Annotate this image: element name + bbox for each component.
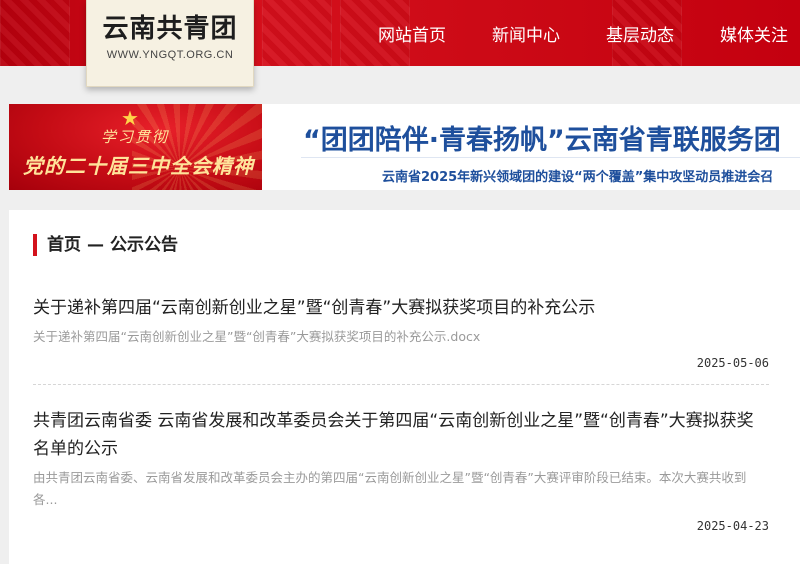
header-pattern [262, 0, 332, 66]
promo-banner[interactable]: ★ 学习贯彻 党的二十届三中全会精神 [9, 104, 262, 190]
main-nav: 网站首页 新闻中心 基层动态 媒体关注 [362, 0, 800, 66]
site-logo-title: 云南共青团 [102, 14, 238, 44]
promo-line1: 学习贯彻 [101, 128, 170, 146]
site-logo-url: WWW.YNGQT.ORG.CN [106, 49, 234, 61]
banner: ★ 学习贯彻 党的二十届三中全会精神 “团团陪伴·青春扬帆”云南省青联服务团 云… [9, 104, 800, 190]
nav-media[interactable]: 媒体关注 [720, 21, 788, 46]
nav-home[interactable]: 网站首页 [378, 21, 446, 46]
list-item: 共青团云南省委 云南省发展和改革委员会关于第四届“云南创新创业之星”暨“创青春”… [33, 407, 769, 533]
breadcrumb-separator: — [87, 235, 104, 255]
subheadline-link[interactable]: 云南省2025年新兴领域团的建设“两个覆盖”集中攻坚动员推进会召 [382, 166, 773, 185]
headline-divider [301, 157, 800, 158]
article-title[interactable]: 关于递补第四届“云南创新创业之星”暨“创青春”大赛拟获奖项目的补充公示 [33, 294, 769, 322]
list-item: 关于递补第四届“云南创新创业之星”暨“创青春”大赛拟获奖项目的补充公示 关于递补… [33, 294, 769, 370]
headline-link[interactable]: “团团陪伴·青春扬帆”云南省青联服务团 [303, 118, 781, 157]
content-panel: 首页 — 公示公告 关于递补第四届“云南创新创业之星”暨“创青春”大赛拟获奖项目的补… [9, 210, 800, 564]
nav-grassroots[interactable]: 基层动态 [606, 21, 674, 46]
article-summary: 由共青团云南省委、云南省发展和改革委员会主办的第四届“云南创新创业之星”暨“创青… [33, 470, 747, 507]
breadcrumb-current: 公示公告 [110, 235, 178, 255]
header-pattern [0, 0, 70, 66]
nav-news-center[interactable]: 新闻中心 [492, 21, 560, 46]
list-divider [33, 384, 769, 385]
article-date: 2025-05-06 [696, 356, 769, 370]
article-summary: 关于递补第四届“云南创新创业之星”暨“创青春”大赛拟获奖项目的补充公示.docx [33, 329, 481, 344]
promo-line2: 党的二十届三中全会精神 [23, 154, 254, 178]
article-date: 2025-04-23 [696, 519, 769, 533]
article-title[interactable]: 共青团云南省委 云南省发展和改革委员会关于第四届“云南创新创业之星”暨“创青春”… [33, 407, 769, 463]
breadcrumb: 首页 — 公示公告 [33, 234, 178, 256]
site-logo[interactable]: 云南共青团 WWW.YNGQT.ORG.CN [86, 0, 254, 87]
breadcrumb-home[interactable]: 首页 [47, 235, 81, 255]
